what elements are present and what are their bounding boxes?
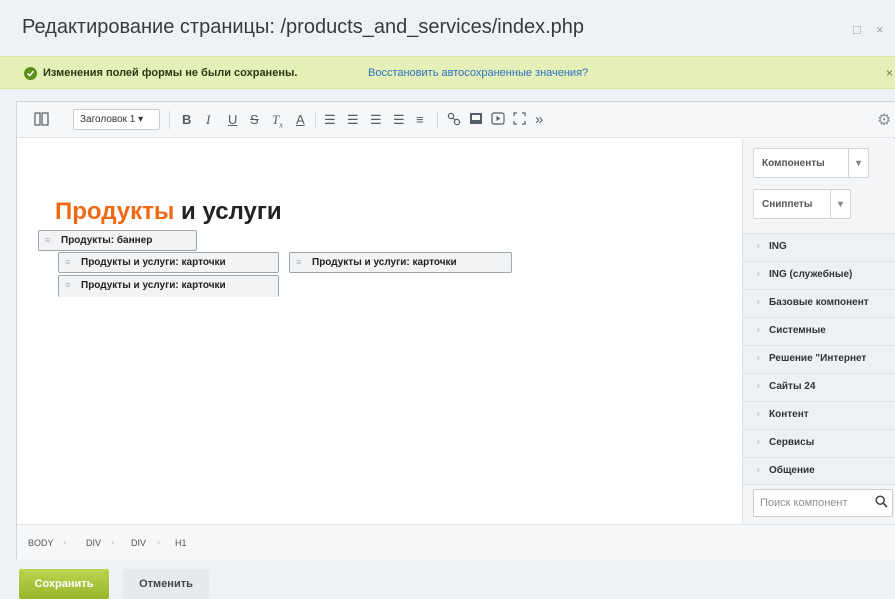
chevron-right-icon: ›	[757, 409, 760, 418]
chevron-right-icon: ›	[757, 241, 760, 250]
search-icon[interactable]	[875, 495, 888, 511]
window-titlebar: Редактирование страницы: /products_and_s…	[0, 0, 895, 50]
sidebar-category[interactable]: › Сайты 24	[743, 373, 895, 401]
restore-autosave-link[interactable]: Восстановить автосохраненные значения?	[368, 67, 588, 79]
category-label: ING	[769, 241, 787, 252]
components-button-label: Компоненты	[762, 158, 825, 169]
ordered-list-icon[interactable]: ☰	[324, 112, 336, 128]
visual-editor: Заголовок 1 ▾ B I U S Tx A ☰ ☰ ☰ ☰ ≡ » ⚙…	[16, 101, 895, 560]
text-color-icon[interactable]: A	[296, 112, 305, 128]
chevron-right-icon: ›	[757, 269, 760, 278]
component-label: Продукты и услуги: карточки	[81, 280, 226, 291]
component-label: Продукты и услуги: карточки	[81, 257, 226, 268]
category-label: Контент	[769, 409, 809, 420]
save-button[interactable]: Сохранить	[19, 569, 109, 599]
strikethrough-icon[interactable]: S	[250, 112, 259, 128]
remove-format-icon[interactable]: Tx	[272, 112, 283, 134]
outdent-icon[interactable]: ☰	[370, 112, 382, 128]
sidebar-category[interactable]: › Решение "Интернет	[743, 345, 895, 373]
settings-icon[interactable]: ⚙	[877, 110, 891, 130]
page-heading-accent: Продукты	[55, 198, 175, 225]
chevron-right-icon: ›	[757, 353, 760, 362]
path-separator: ›	[111, 537, 114, 547]
category-label: Решение "Интернет	[769, 353, 867, 364]
sidebar-category[interactable]: › Общение	[743, 457, 895, 485]
drag-handle-icon[interactable]: ≡	[45, 235, 50, 245]
chevron-down-icon[interactable]: ▾	[830, 190, 851, 218]
component-search-input[interactable]: Поиск компонент	[753, 489, 893, 517]
fullscreen-icon[interactable]	[513, 112, 526, 129]
category-label: Сервисы	[769, 437, 815, 448]
component-label: Продукты: баннер	[61, 235, 153, 246]
heading-select[interactable]: Заголовок 1 ▾	[73, 109, 160, 130]
view-mode-icon[interactable]	[34, 112, 50, 130]
close-button[interactable]: ×	[876, 22, 884, 37]
indent-icon[interactable]: ☰	[393, 112, 405, 128]
editor-toolbar: Заголовок 1 ▾ B I U S Tx A ☰ ☰ ☰ ☰ ≡ » ⚙	[17, 102, 895, 138]
search-placeholder: Поиск компонент	[760, 497, 848, 509]
path-crumb-body[interactable]: BODY	[28, 538, 54, 548]
notice-message: Изменения полей формы не были сохранены.	[43, 67, 298, 79]
components-button[interactable]: Компоненты ▾	[753, 148, 869, 178]
chevron-right-icon: ›	[757, 465, 760, 474]
element-path-bar: BODY › DIV › DIV › H1	[17, 524, 895, 560]
toolbar-divider	[315, 111, 316, 129]
page-heading-rest: и услуги	[174, 198, 282, 225]
maximize-button[interactable]: □	[853, 22, 861, 37]
drag-handle-icon[interactable]: ≡	[65, 257, 70, 267]
toolbar-divider	[169, 111, 170, 129]
component-block[interactable]: ≡ Продукты и услуги: карточки	[58, 275, 279, 297]
check-icon	[24, 67, 37, 80]
sidebar-category[interactable]: › Системные	[743, 317, 895, 345]
component-block[interactable]: ≡ Продукты и услуги: карточки	[58, 252, 279, 273]
chevron-right-icon: ›	[757, 297, 760, 306]
path-crumb-div[interactable]: DIV	[131, 538, 146, 548]
components-sidebar: Компоненты ▾ Сниппеты ▾ › ING › ING (служе…	[742, 139, 895, 524]
chevron-right-icon: ›	[757, 381, 760, 390]
page-heading[interactable]: Продукты и услуги	[55, 198, 282, 226]
component-label: Продукты и услуги: карточки	[312, 257, 457, 268]
image-icon[interactable]	[469, 112, 483, 129]
more-icon[interactable]: »	[535, 112, 543, 128]
category-label: Сайты 24	[769, 381, 816, 392]
sidebar-category[interactable]: › Контент	[743, 401, 895, 429]
sidebar-category[interactable]: › Сервисы	[743, 429, 895, 457]
chevron-right-icon: ›	[757, 437, 760, 446]
path-crumb-h1[interactable]: H1	[175, 538, 187, 548]
underline-icon[interactable]: U	[228, 112, 237, 128]
sidebar-category[interactable]: › Базовые компонент	[743, 289, 895, 317]
autosave-notice: Изменения полей формы не были сохранены.…	[0, 56, 895, 89]
component-block[interactable]: ≡ Продукты и услуги: карточки	[289, 252, 512, 273]
chevron-down-icon[interactable]: ▾	[848, 149, 869, 177]
category-label: Общение	[769, 465, 815, 476]
snippets-button[interactable]: Сниппеты ▾	[753, 189, 851, 219]
cancel-button[interactable]: Отменить	[123, 569, 209, 599]
notice-close-button[interactable]: ×	[886, 66, 893, 80]
drag-handle-icon[interactable]: ≡	[65, 280, 70, 290]
chevron-right-icon: ›	[757, 325, 760, 334]
editor-content-area[interactable]: Продукты и услуги ≡ Продукты: баннер ≡ П…	[17, 139, 741, 524]
category-label: Базовые компонент	[769, 297, 869, 308]
italic-icon[interactable]: I	[206, 112, 210, 128]
category-label: Системные	[769, 325, 826, 336]
path-separator: ›	[157, 537, 160, 547]
sidebar-category[interactable]: › ING (служебные)	[743, 261, 895, 289]
align-icon[interactable]: ≡	[416, 112, 424, 128]
path-separator: ›	[63, 537, 66, 547]
bold-icon[interactable]: B	[182, 112, 191, 128]
category-label: ING (служебные)	[769, 269, 853, 280]
component-block[interactable]: ≡ Продукты: баннер	[38, 230, 197, 251]
video-icon[interactable]	[491, 112, 505, 129]
sidebar-category[interactable]: › ING	[743, 233, 895, 261]
drag-handle-icon[interactable]: ≡	[296, 257, 301, 267]
snippets-button-label: Сниппеты	[762, 199, 813, 210]
heading-select-value: Заголовок 1	[80, 114, 136, 125]
toolbar-divider	[437, 111, 438, 129]
window-title: Редактирование страницы: /products_and_s…	[22, 16, 585, 38]
link-icon[interactable]	[447, 112, 461, 130]
path-crumb-div[interactable]: DIV	[86, 538, 101, 548]
unordered-list-icon[interactable]: ☰	[347, 112, 359, 128]
